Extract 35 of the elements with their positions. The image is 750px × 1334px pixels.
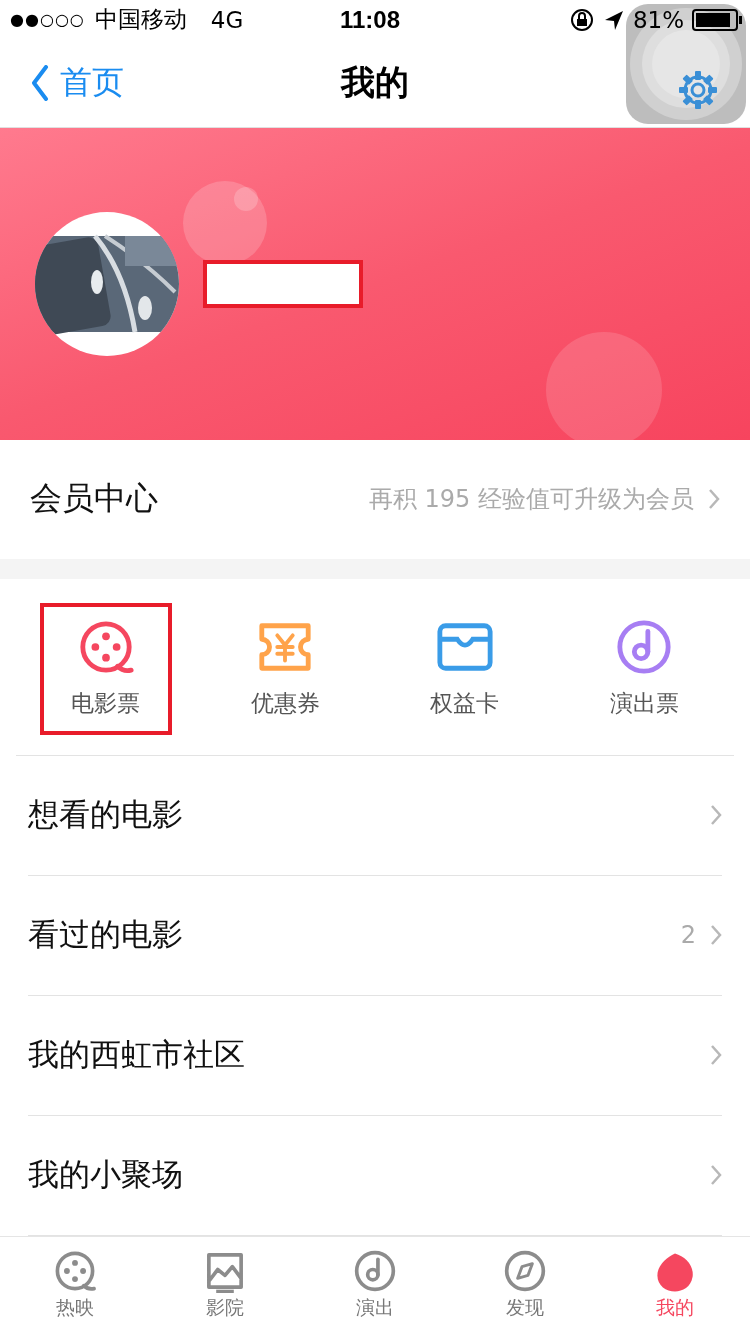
menu-item[interactable]: 我的小聚场 [28, 1115, 722, 1236]
tab-bar-item[interactable]: 我的 [625, 1249, 725, 1322]
status-time: 11:08 [340, 5, 401, 34]
battery-icon [692, 8, 742, 31]
battery-percent: 81% [632, 6, 684, 33]
shortcut-button[interactable]: 演出票 [578, 602, 711, 735]
chevron-right-icon [710, 924, 722, 947]
settings-icon[interactable] [678, 69, 718, 110]
shortcut-button[interactable]: 电影票 [39, 602, 172, 735]
page-title: 我的 [339, 61, 410, 105]
chevron-right-icon [708, 488, 720, 511]
signal-dots: ●●○○○ [10, 10, 85, 30]
back-chevron-icon [30, 65, 50, 102]
carrier-name: 中国移动 [94, 5, 187, 35]
menu-item[interactable]: 想看的电影 [28, 755, 722, 876]
film-reel-icon [53, 1249, 97, 1294]
chevron-right-icon [710, 1044, 722, 1067]
item-count: 2 [680, 921, 696, 950]
music-note-icon [353, 1249, 397, 1294]
member-center-label[interactable]: 会员中心 [30, 477, 158, 522]
shortcut-button[interactable]: 权益卡 [398, 602, 531, 735]
tab-bar-item[interactable]: 演出 [325, 1249, 425, 1322]
tab-bar-item[interactable]: 发现 [475, 1249, 575, 1322]
assistive-touch-button[interactable] [626, 3, 746, 124]
rotation-lock-icon [568, 6, 595, 33]
network-type: 4G [210, 6, 244, 33]
chevron-right-icon [710, 1164, 722, 1187]
shortcut-button[interactable]: 优惠券 [219, 602, 352, 735]
menu-item[interactable]: 我的西虹市社区 [28, 995, 722, 1116]
compass-icon [503, 1249, 547, 1294]
member-upgrade-hint: 再积 195 经验值可升级为会员 [368, 484, 694, 516]
tab-bar-item[interactable]: 热映 [25, 1249, 125, 1322]
tab-bar-item[interactable]: 影院 [175, 1249, 275, 1322]
chevron-right-icon [710, 804, 722, 827]
menu-item[interactable]: 看过的电影 2 [28, 875, 722, 996]
